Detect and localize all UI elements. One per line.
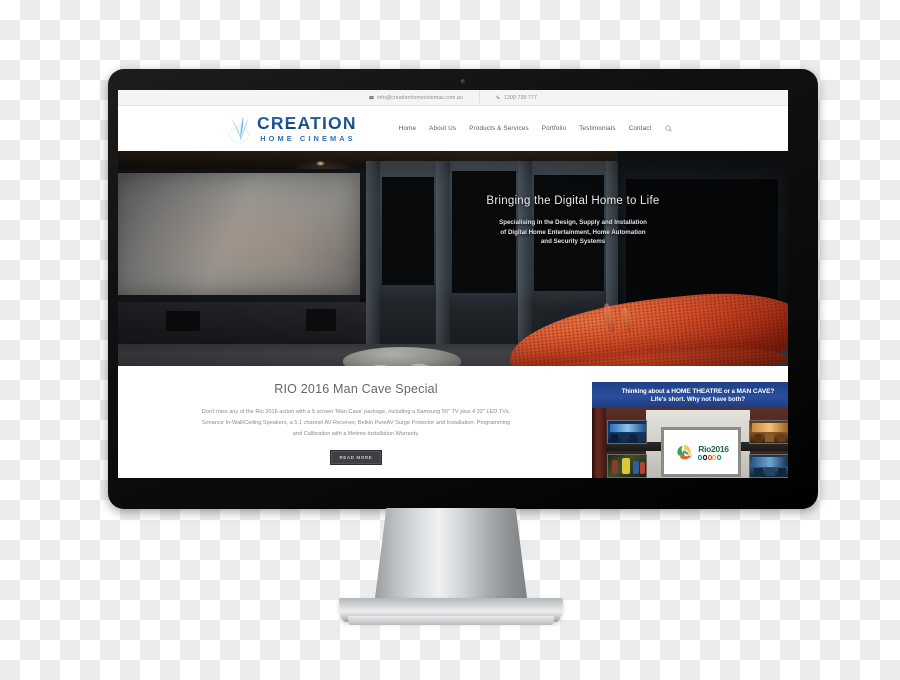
- banner-headline-pre: Thinking about a: [621, 387, 672, 395]
- hero-title: Bringing the Digital Home to Life: [486, 195, 660, 207]
- banner-headline: Thinking about a HOME THEATRE or a MAN C…: [592, 382, 788, 409]
- site-nav: Home About Us Products & Services Portfo…: [399, 125, 673, 133]
- topbar-divider: [479, 90, 480, 105]
- logo-wordmark: CREATION HOME CINEMAS: [257, 115, 357, 142]
- read-more-button[interactable]: READ MORE: [329, 449, 383, 465]
- hero-subtitle-line-2: of Digital Home Entertainment, Home Auto…: [500, 228, 646, 236]
- monitor-screen: info@creationhomecinemas.com.au 1300 739…: [118, 90, 788, 478]
- promo-body-line-3: and Calibration with a lifetime Installa…: [292, 430, 420, 437]
- site-header: CREATION HOME CINEMAS Home About Us Prod…: [118, 106, 788, 151]
- topbar-email[interactable]: info@creationhomecinemas.com.au: [369, 95, 463, 101]
- tv-thumb-bottom-left: [607, 454, 647, 478]
- tv-thumb-top-left: [607, 420, 647, 444]
- logo-main-text: CREATION: [257, 113, 357, 134]
- phone-icon: [496, 95, 501, 100]
- nav-item-products-services[interactable]: Products & Services: [469, 125, 529, 132]
- hero-background-image: [118, 151, 788, 366]
- hero-section: Bringing the Digital Home to Life Specia…: [118, 151, 788, 366]
- olympic-rings-icon: [698, 455, 722, 460]
- promo-body-line-2: Sonance In-Wall/Ceiling Speakers, a 5.1 …: [201, 419, 511, 426]
- site-logo[interactable]: CREATION HOME CINEMAS: [228, 115, 357, 143]
- rio-2016-flame-icon: [673, 441, 696, 464]
- logo-swoosh-icon: [228, 115, 254, 143]
- nav-item-contact[interactable]: Contact: [629, 125, 652, 132]
- nav-item-testimonials[interactable]: Testimonials: [579, 125, 615, 132]
- banner-headline-mid: or a: [722, 387, 737, 395]
- monitor-stand-neck: [374, 508, 528, 606]
- banner-headline-home-theatre: HOME THEATRE: [671, 387, 723, 395]
- promo-body-line-1: Don't miss any of the Rio 2016 action wi…: [201, 409, 511, 415]
- banner-main-screen: Rio2016: [661, 427, 741, 477]
- promo-banner[interactable]: Thinking about a HOME THEATRE or a MAN C…: [592, 382, 788, 478]
- webcam-icon: [460, 79, 466, 84]
- site-topbar: info@creationhomecinemas.com.au 1300 739…: [118, 90, 788, 106]
- rio-2016-wordmark: Rio2016: [698, 444, 729, 460]
- rio-2016-logo: Rio2016: [664, 430, 738, 474]
- nav-item-about-us[interactable]: About Us: [429, 125, 456, 132]
- tv-thumb-top-right: [749, 420, 788, 444]
- rio-2016-word: Rio2016: [698, 444, 729, 455]
- website-viewport: info@creationhomecinemas.com.au 1300 739…: [118, 90, 788, 478]
- search-icon[interactable]: [664, 125, 672, 133]
- topbar-phone-text: 1300 739 777: [504, 94, 537, 101]
- tv-thumb-bottom-right: [749, 454, 788, 478]
- nav-item-home[interactable]: Home: [399, 125, 416, 132]
- promo-body: Don't miss any of the Rio 2016 action wi…: [136, 407, 576, 440]
- hero-subtitle-line-3: and Security Systems: [540, 238, 606, 246]
- logo-sub-text: HOME CINEMAS: [260, 133, 356, 143]
- monitor-stand-base-lip: [348, 616, 554, 625]
- hero-copy: Bringing the Digital Home to Life Specia…: [448, 195, 698, 247]
- promo-column: RIO 2016 Man Cave Special Don't miss any…: [126, 382, 586, 478]
- hero-subtitle-line-1: Specialising in the Design, Supply and I…: [499, 219, 647, 226]
- monitor-mockup: info@creationhomecinemas.com.au 1300 739…: [108, 69, 818, 509]
- envelope-icon: [369, 95, 374, 100]
- banner-headline-man-cave: MAN CAVE?: [736, 387, 775, 395]
- banner-headline-line-2: Life's short. Why not have both?: [650, 396, 746, 404]
- promo-title: RIO 2016 Man Cave Special: [274, 382, 438, 396]
- topbar-email-text: info@creationhomecinemas.com.au: [377, 94, 463, 101]
- nav-item-portfolio[interactable]: Portfolio: [542, 125, 566, 132]
- banner-column: Thinking about a HOME THEATRE or a MAN C…: [586, 382, 788, 478]
- content-section: RIO 2016 Man Cave Special Don't miss any…: [118, 366, 788, 478]
- topbar-phone[interactable]: 1300 739 777: [496, 95, 537, 101]
- hero-subtitle: Specialising in the Design, Supply and I…: [448, 218, 698, 247]
- banner-headline-line-1: Thinking about a HOME THEATRE or a MAN C…: [622, 388, 775, 395]
